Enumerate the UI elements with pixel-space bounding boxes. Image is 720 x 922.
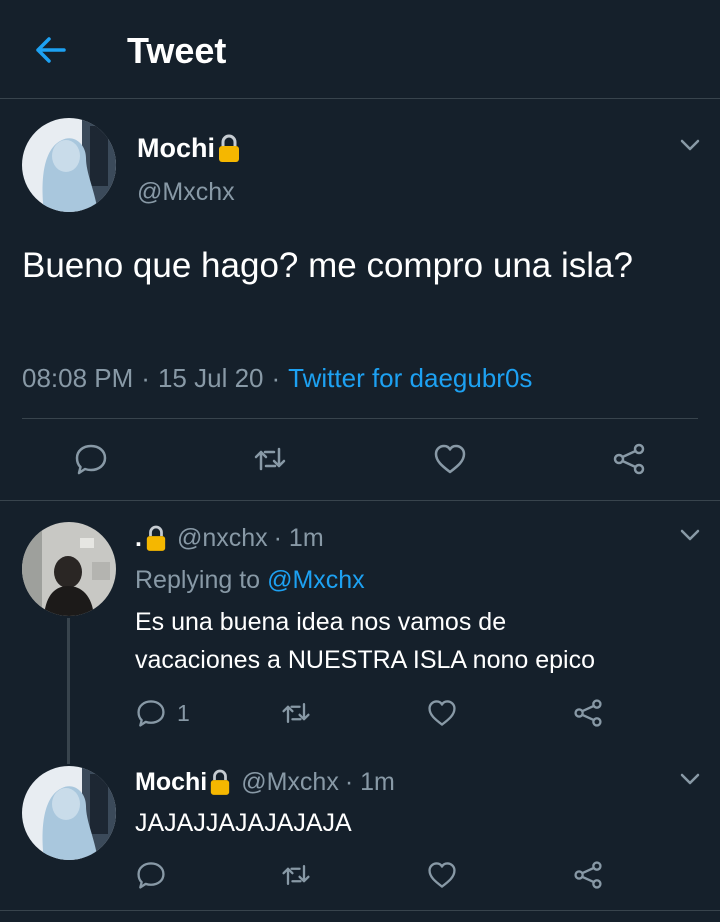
chevron-down-icon[interactable]: [679, 138, 701, 152]
tweet-date: 15 Jul 20: [157, 363, 264, 393]
chevron-down-icon[interactable]: [679, 772, 701, 786]
reply-icon[interactable]: [135, 859, 167, 891]
avatar[interactable]: [22, 766, 116, 860]
author-name[interactable]: Mochi: [137, 133, 215, 164]
back-arrow-icon[interactable]: [30, 30, 70, 70]
tweet-source-link[interactable]: Twitter for daegubr0s: [288, 362, 532, 394]
reply-icon[interactable]: [135, 697, 167, 729]
tweet-divider: [22, 418, 698, 419]
tweet-time: 08:08 PM: [22, 363, 134, 393]
section-divider: [0, 500, 720, 501]
replying-to-handle[interactable]: @Mxchx: [267, 564, 365, 596]
retweet-icon[interactable]: [252, 441, 288, 477]
reply-text: JAJAJJAJAJAJAJA: [135, 809, 352, 837]
thread-line: [67, 618, 70, 764]
reply-text: Es una buena idea nos vamos de vacacione…: [135, 603, 595, 679]
author-name[interactable]: .: [135, 524, 142, 553]
lock-icon: [146, 525, 166, 551]
avatar[interactable]: [22, 522, 116, 616]
heart-icon[interactable]: [426, 697, 458, 729]
heart-icon[interactable]: [432, 441, 468, 477]
avatar[interactable]: [22, 118, 116, 212]
tweet-text: Bueno que hago? me compro una isla?: [22, 246, 633, 285]
reply-time: · 1m: [273, 523, 324, 552]
reply-text-line: Es una buena idea nos vamos de: [135, 608, 507, 636]
tweet-meta: 08:08 PM · 15 Jul 20 · Twitter for daegu…: [22, 362, 532, 394]
chevron-down-icon[interactable]: [679, 528, 701, 542]
page-title: Tweet: [127, 30, 227, 71]
lock-icon: [219, 134, 239, 162]
author-handle[interactable]: @Mxchx: [137, 178, 235, 207]
author-handle[interactable]: @Mxchx: [241, 768, 339, 797]
share-icon[interactable]: [611, 441, 647, 477]
header-divider: [0, 98, 720, 99]
reply-time: · 1m: [344, 767, 395, 796]
author-name[interactable]: Mochi: [135, 768, 207, 797]
share-icon[interactable]: [572, 859, 604, 891]
lock-icon: [211, 769, 230, 795]
meta-separator: ·: [271, 363, 281, 393]
reply-text-line: vacaciones a NUESTRA ISLA nono epico: [135, 646, 595, 674]
meta-separator: ·: [141, 363, 150, 393]
reply-icon[interactable]: [73, 441, 109, 477]
heart-icon[interactable]: [426, 859, 458, 891]
section-divider: [0, 910, 720, 911]
share-icon[interactable]: [572, 697, 604, 729]
replying-to-label: Replying to: [135, 566, 261, 594]
reply-action[interactable]: 1: [135, 697, 190, 729]
author-handle[interactable]: @nxchx: [177, 524, 268, 553]
retweet-icon[interactable]: [280, 697, 312, 729]
retweet-icon[interactable]: [280, 859, 312, 891]
reply-count: 1: [177, 699, 190, 726]
